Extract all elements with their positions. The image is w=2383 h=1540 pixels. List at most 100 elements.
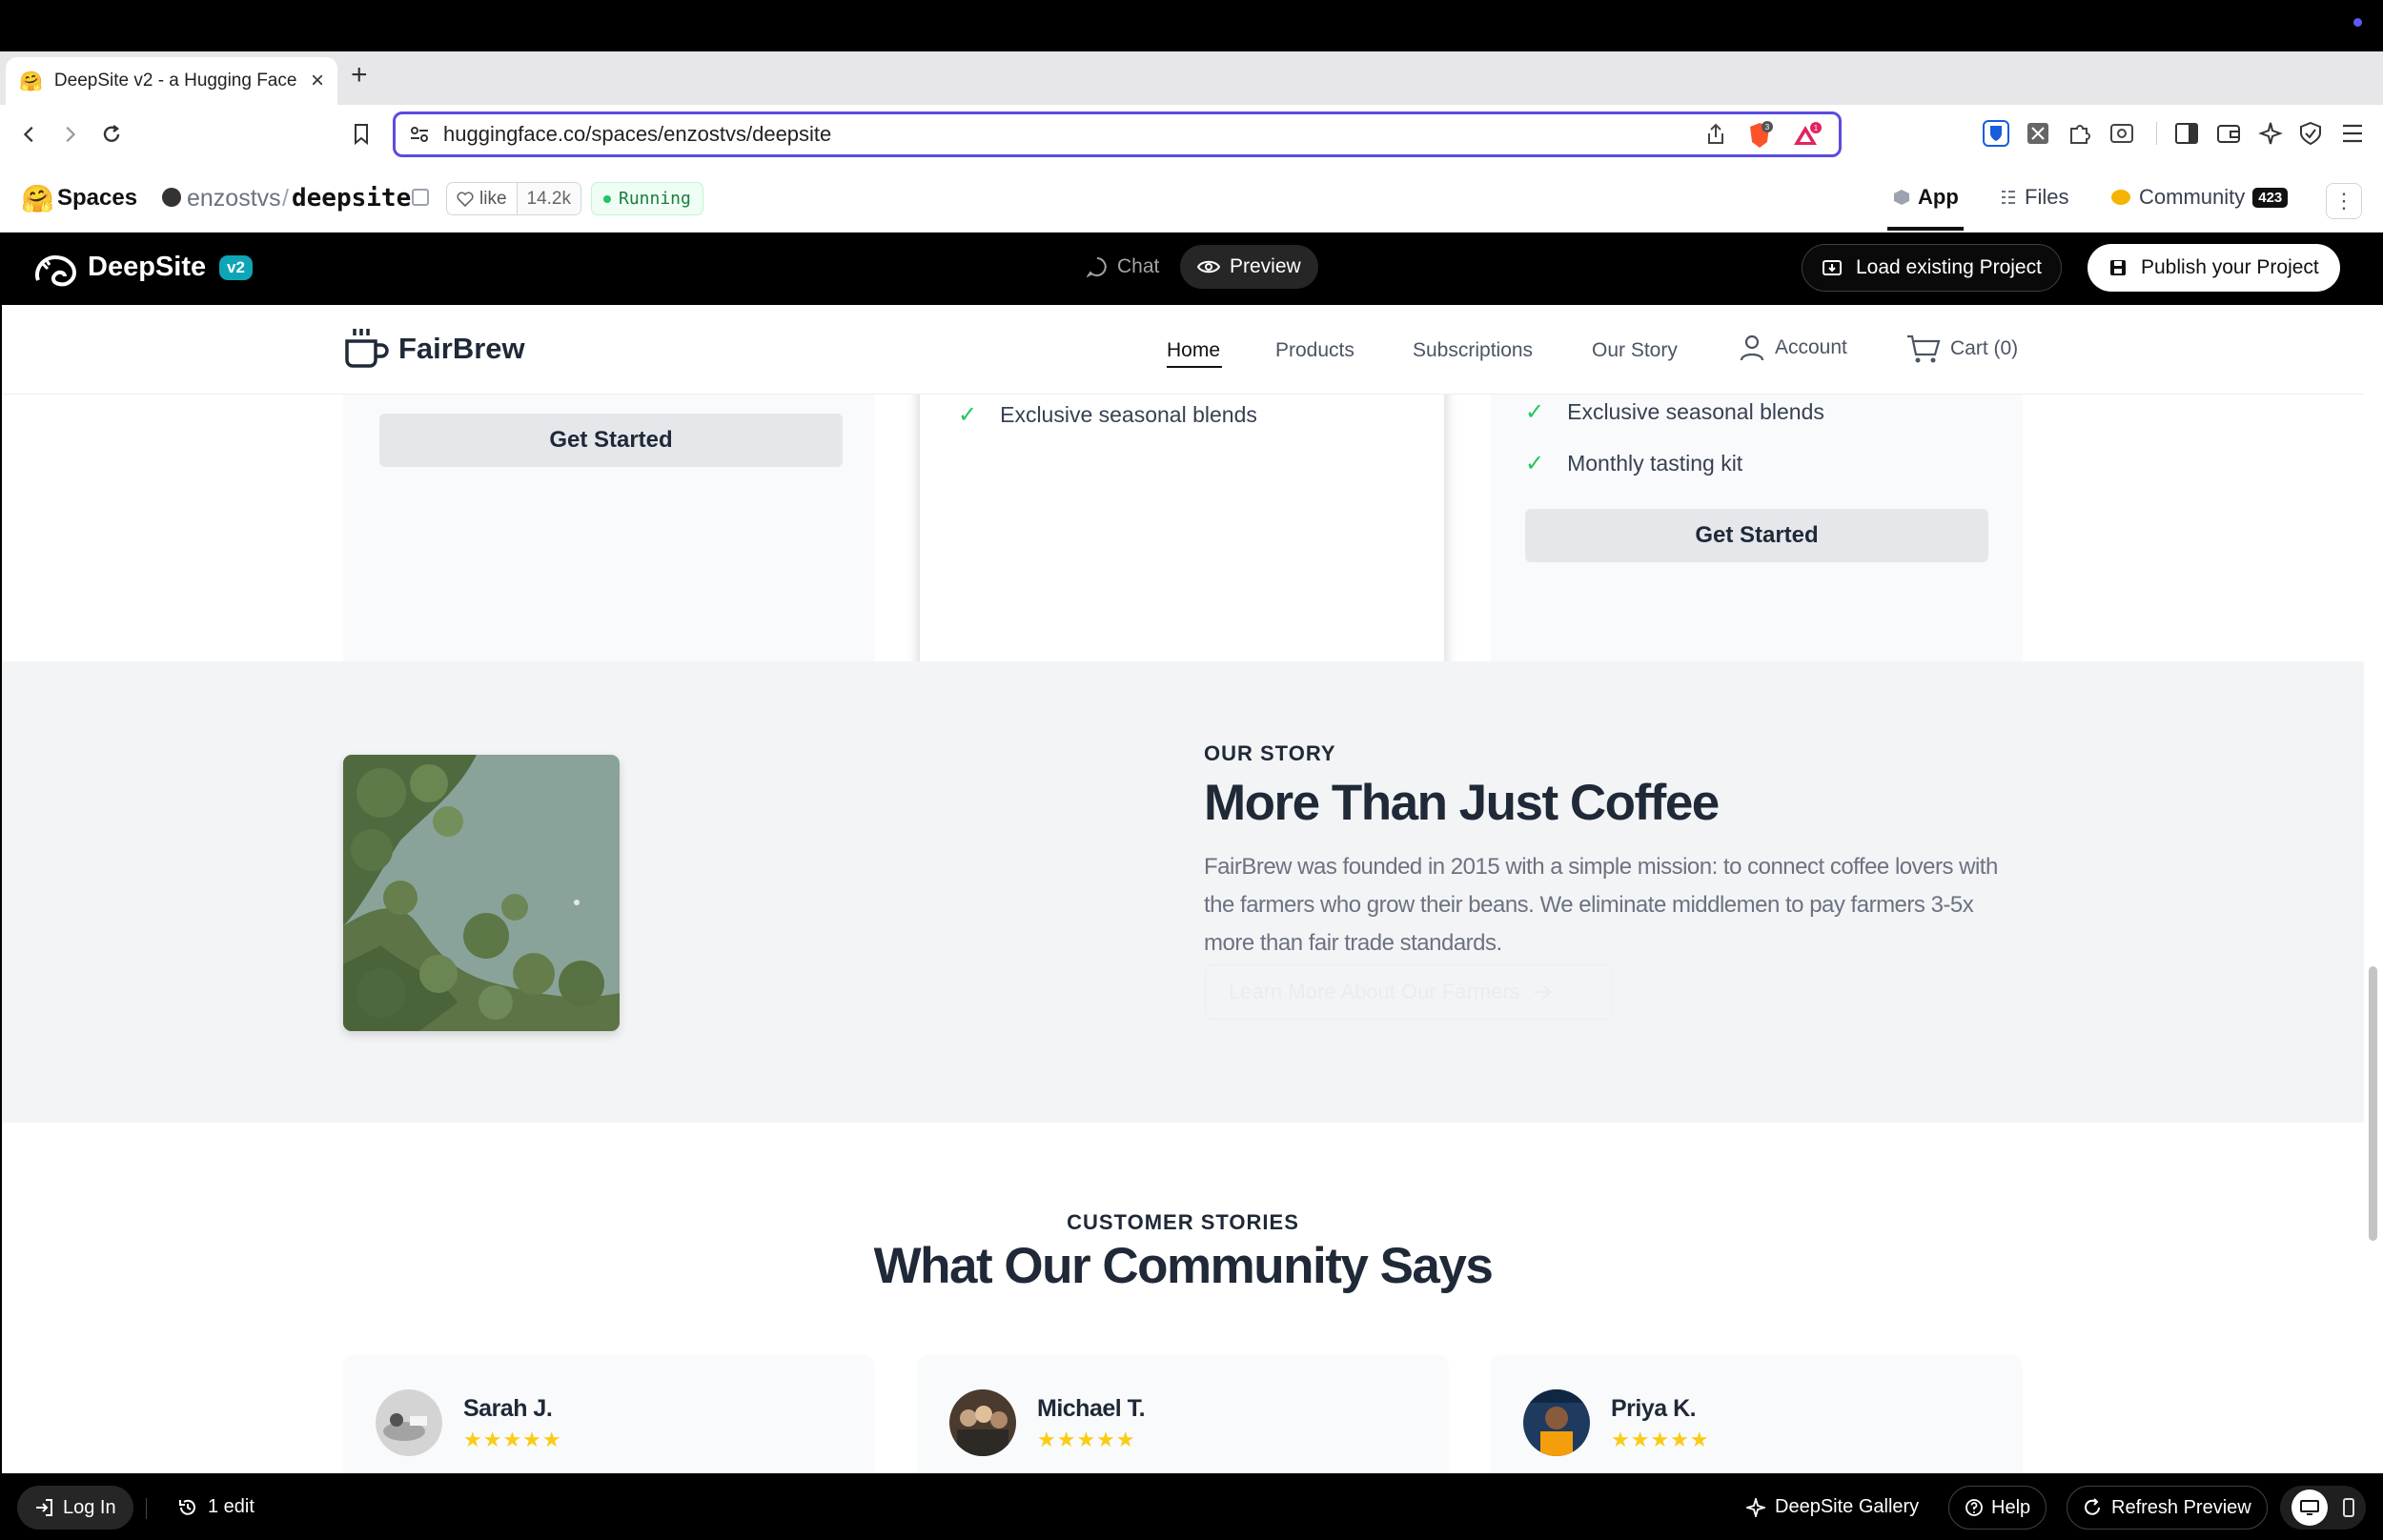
brave-rewards-icon[interactable]: 1: [1793, 122, 1822, 149]
forward-icon[interactable]: [55, 120, 84, 149]
load-project-button[interactable]: Load existing Project: [1802, 244, 2062, 292]
deepsite-logo-icon[interactable]: [32, 252, 78, 290]
space-owner-link[interactable]: enzostvs: [187, 185, 281, 213]
nav-cart-label: Cart (0): [1950, 337, 2019, 359]
tab-title: DeepSite v2 - a Hugging Face: [53, 71, 297, 91]
tab-files[interactable]: Files: [2000, 185, 2068, 210]
url-text[interactable]: huggingface.co/spaces/enzostvs/deepsite: [443, 122, 831, 147]
toolbar-divider: [2156, 122, 2157, 145]
chat-toggle-button[interactable]: Chat: [1087, 255, 1159, 278]
nav-products[interactable]: Products: [1275, 339, 1354, 362]
more-options-button[interactable]: ⋮: [2326, 183, 2362, 219]
bookmark-icon[interactable]: [347, 120, 376, 149]
avatar: [1523, 1389, 1590, 1456]
edit-history-button[interactable]: 1 edit: [177, 1496, 255, 1518]
extension-icon[interactable]: [2023, 118, 2053, 149]
browser-tab[interactable]: 🤗 DeepSite v2 - a Hugging Face ×: [6, 57, 337, 105]
star-rating: ★★★★★: [1611, 1428, 1710, 1451]
sparkle-icon: [1746, 1497, 1765, 1517]
mobile-icon: [2342, 1498, 2354, 1517]
brave-shield-icon[interactable]: 3: [1745, 121, 1774, 150]
recording-indicator: [2353, 18, 2362, 27]
like-label: like: [479, 188, 507, 209]
puzzle-icon[interactable]: [2065, 118, 2095, 149]
desktop-icon: [2299, 1500, 2319, 1515]
preview-scrollbar-thumb[interactable]: [2369, 966, 2377, 1241]
cart-icon: [1907, 334, 1941, 363]
publish-project-label: Publish your Project: [2141, 256, 2319, 278]
testimonial-name: Michael T.: [1037, 1395, 1146, 1422]
site-navbar: FairBrew Home Products Subscriptions Our…: [2, 305, 2364, 395]
feature-item: ✓ Exclusive seasonal blends: [958, 401, 1257, 429]
brand-name[interactable]: FairBrew: [398, 332, 525, 366]
wallet-icon[interactable]: [2213, 118, 2244, 149]
get-started-button[interactable]: Get Started: [379, 414, 843, 467]
nav-home[interactable]: Home: [1167, 339, 1220, 362]
pricing-card-featured: ✓ Exclusive seasonal blends: [919, 356, 1445, 684]
vpn-icon[interactable]: [2295, 118, 2326, 149]
sidebar-icon[interactable]: [2171, 118, 2202, 149]
copy-icon[interactable]: [412, 189, 429, 206]
tab-community-label: Community: [2139, 185, 2246, 209]
check-icon: ✓: [1525, 399, 1545, 425]
like-count: 14.2k: [517, 183, 580, 214]
login-icon: [36, 1499, 52, 1516]
testimonial-card: Priya K. ★★★★★: [1491, 1355, 2023, 1473]
arrow-right-icon: [1533, 984, 1552, 1000]
spaces-link[interactable]: Spaces: [57, 185, 137, 212]
version-badge: v2: [219, 255, 253, 280]
nav-subscriptions[interactable]: Subscriptions: [1413, 339, 1533, 362]
get-started-button[interactable]: Get Started: [1525, 509, 1988, 562]
history-icon: [179, 1499, 195, 1515]
edit-count-label: 1 edit: [208, 1496, 255, 1517]
owner-avatar: [162, 188, 181, 207]
new-tab-button[interactable]: +: [351, 59, 368, 91]
pricing-card-premium: ✓ Exclusive seasonal blends ✓ Monthly ta…: [1491, 356, 2023, 688]
nav-account[interactable]: Account: [1739, 334, 1847, 362]
website-preview[interactable]: Get Started ✓ Exclusive seasonal blends …: [2, 305, 2364, 1473]
publish-project-button[interactable]: Publish your Project: [2088, 244, 2340, 292]
star-rating: ★★★★★: [1037, 1428, 1136, 1451]
nav-our-story[interactable]: Our Story: [1592, 339, 1678, 362]
leo-icon[interactable]: [2255, 118, 2286, 149]
mobile-view-button[interactable]: [2342, 1497, 2355, 1518]
learn-more-farmers-button[interactable]: Learn More About Our Farmers: [1205, 964, 1613, 1020]
tab-community[interactable]: Community 423: [2110, 185, 2289, 210]
deepsite-title: DeepSite: [88, 252, 207, 282]
menu-icon[interactable]: [2337, 118, 2368, 149]
hugging-face-favicon-icon: 🤗: [19, 71, 43, 92]
login-label: Log In: [63, 1496, 116, 1518]
close-tab-icon[interactable]: ×: [311, 68, 324, 94]
hugging-face-logo-icon[interactable]: 🤗: [21, 183, 54, 214]
site-settings-icon[interactable]: [409, 124, 430, 145]
feature-label: Exclusive seasonal blends: [1567, 399, 1824, 424]
our-story-section: OUR STORY More Than Just Coffee FairBrew…: [2, 661, 2364, 1123]
like-button[interactable]: like 14.2k: [446, 182, 581, 215]
nav-cart[interactable]: Cart (0): [1906, 334, 2018, 364]
story-title: More Than Just Coffee: [1204, 775, 1720, 831]
bitwarden-icon[interactable]: [1981, 118, 2011, 149]
reload-icon[interactable]: [97, 120, 126, 149]
help-button[interactable]: Help: [1948, 1486, 2047, 1530]
testimonial-name: Sarah J.: [463, 1395, 553, 1422]
share-icon[interactable]: [1705, 123, 1726, 146]
deepsite-gallery-link[interactable]: DeepSite Gallery: [1746, 1496, 1919, 1518]
avatar: [949, 1389, 1016, 1456]
login-button[interactable]: Log In: [17, 1486, 133, 1530]
desktop-view-button[interactable]: [2291, 1489, 2328, 1526]
community-count-badge: 423: [2252, 187, 2289, 208]
community-icon: [2111, 190, 2130, 205]
tab-app[interactable]: App: [1893, 185, 1959, 210]
reader-icon[interactable]: [2107, 118, 2137, 149]
files-icon: [2002, 191, 2015, 204]
address-bar[interactable]: huggingface.co/spaces/enzostvs/deepsite …: [393, 111, 1842, 157]
refresh-preview-button[interactable]: Refresh Preview: [2067, 1486, 2268, 1530]
preview-scrollbar[interactable]: [2364, 305, 2383, 1473]
back-icon[interactable]: [15, 120, 44, 149]
testimonials-section: CUSTOMER STORIES What Our Community Says…: [2, 1123, 2364, 1473]
space-name-link[interactable]: deepsite: [292, 184, 411, 213]
coffee-cup-icon[interactable]: [343, 326, 389, 370]
pricing-card-basic: Get Started: [343, 356, 875, 688]
cube-icon: [1894, 190, 1909, 205]
preview-toggle-button[interactable]: Preview: [1180, 245, 1318, 289]
